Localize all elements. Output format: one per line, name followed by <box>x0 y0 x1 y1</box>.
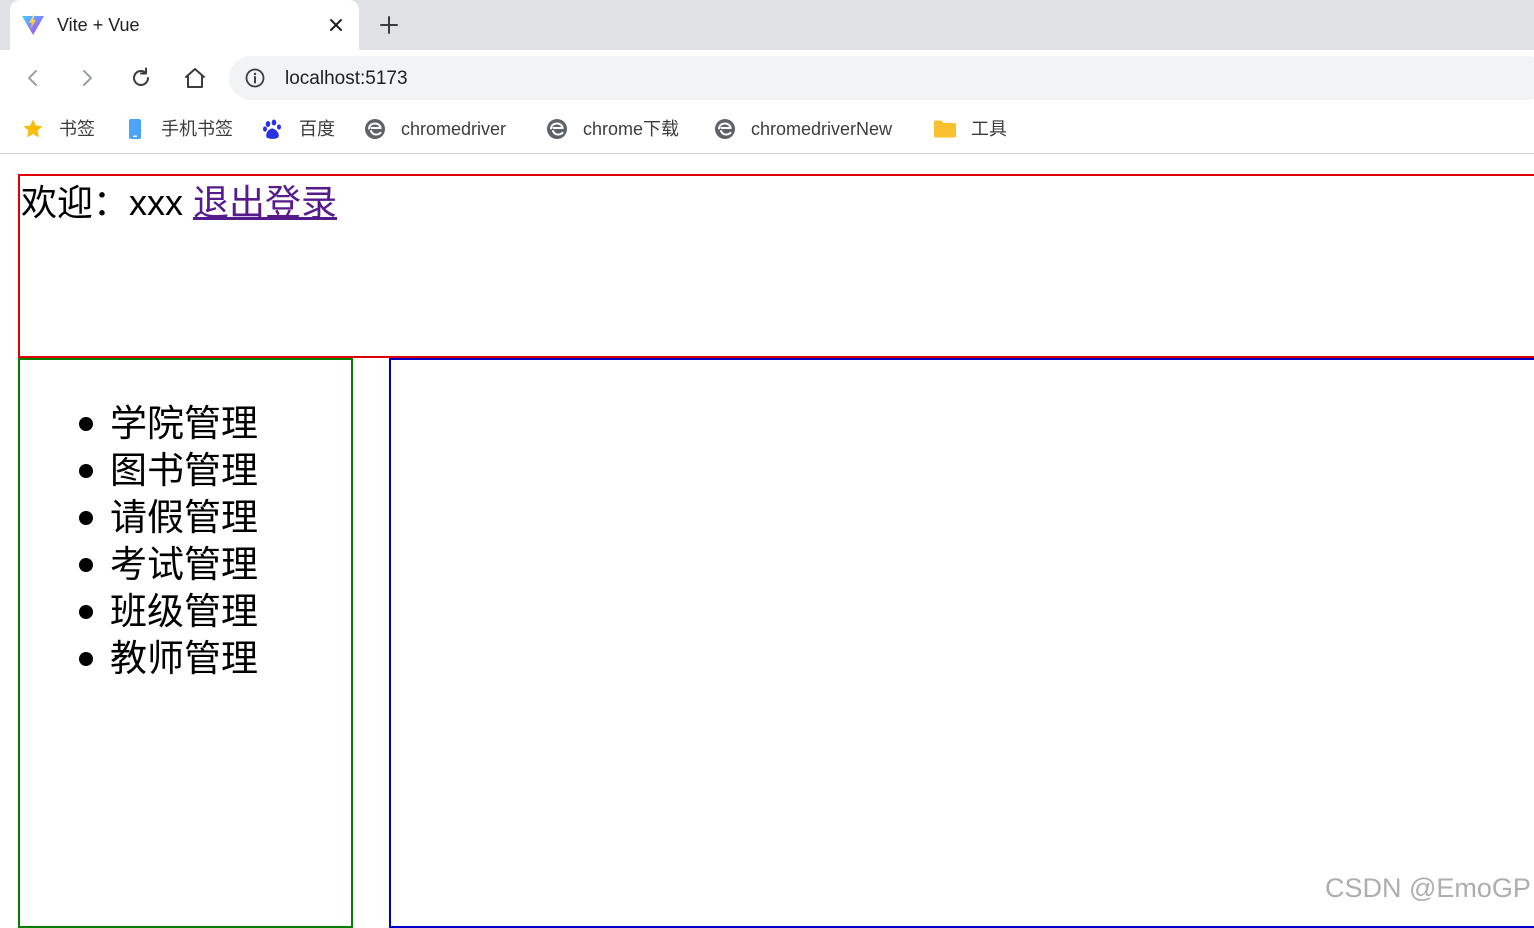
menu-item-exam[interactable]: 考试管理 <box>20 541 258 588</box>
info-icon[interactable] <box>244 67 266 89</box>
bookmark-label: 书签 <box>59 119 95 139</box>
forward-arrow-icon[interactable] <box>73 64 101 92</box>
folder-icon <box>933 117 957 141</box>
welcome-line: 欢迎：xxx 退出登录 <box>21 179 337 227</box>
bookmark-label: 工具 <box>971 119 1007 139</box>
tab-title: Vite + Vue <box>57 15 140 35</box>
menu-item-class[interactable]: 班级管理 <box>20 588 258 635</box>
star-icon <box>21 117 45 141</box>
address-bar[interactable]: localhost:5173 <box>229 56 1534 100</box>
page-header: 欢迎：xxx 退出登录 <box>18 174 1534 358</box>
plus-icon[interactable] <box>376 12 402 38</box>
menu-item-teacher[interactable]: 教师管理 <box>20 635 258 682</box>
home-icon[interactable] <box>181 64 209 92</box>
bookmark-item[interactable]: 百度 <box>261 115 335 143</box>
bullet-icon <box>79 417 93 431</box>
menu-item-label: 图书管理 <box>110 450 258 491</box>
bullet-icon <box>79 652 93 666</box>
bookmark-label: chromedriver <box>401 119 507 139</box>
bookmark-label: chrome下载 <box>583 119 680 139</box>
sidebar: 学院管理 图书管理 请假管理 考试管理 班级管理 教师管理 <box>18 358 353 928</box>
reload-icon[interactable] <box>127 64 155 92</box>
bullet-icon <box>79 558 93 572</box>
edge-icon <box>713 117 737 141</box>
main-content <box>389 358 1534 928</box>
menu-item-label: 请假管理 <box>110 497 258 538</box>
bookmark-item[interactable]: chrome下载 <box>545 115 679 143</box>
phone-icon <box>123 117 147 141</box>
bookmark-label: 百度 <box>299 119 335 139</box>
welcome-text: 欢迎：xxx <box>21 182 184 223</box>
bullet-icon <box>79 605 93 619</box>
browser-toolbar: localhost:5173 <box>0 50 1534 106</box>
menu-item-label: 考试管理 <box>110 544 258 585</box>
watermark: CSDN @EmoGP <box>1325 873 1531 903</box>
bookmark-label: chromedriverNew <box>751 119 893 139</box>
close-icon[interactable] <box>324 13 348 37</box>
menu-item-label: 教师管理 <box>110 638 258 679</box>
menu-item-label: 班级管理 <box>110 591 258 632</box>
bookmark-item[interactable]: chromedriverNew <box>713 115 892 143</box>
menu-item-books[interactable]: 图书管理 <box>20 447 258 494</box>
menu-item-label: 学院管理 <box>110 403 258 444</box>
tab-strip: Vite + Vue <box>0 0 1534 50</box>
bookmark-item[interactable]: 书签 <box>21 115 95 143</box>
menu-item-college[interactable]: 学院管理 <box>20 400 258 447</box>
url-text[interactable]: localhost:5173 <box>285 68 408 90</box>
bookmark-label: 手机书签 <box>161 119 233 139</box>
edge-icon <box>545 117 569 141</box>
logout-link[interactable]: 退出登录 <box>193 182 337 223</box>
edge-icon <box>363 117 387 141</box>
bullet-icon <box>79 464 93 478</box>
back-arrow-icon[interactable] <box>19 64 47 92</box>
bookmark-item[interactable]: 工具 <box>933 115 1007 143</box>
sidebar-menu: 学院管理 图书管理 请假管理 考试管理 班级管理 教师管理 <box>20 400 258 682</box>
menu-item-leave[interactable]: 请假管理 <box>20 494 258 541</box>
active-tab[interactable]: Vite + Vue <box>10 0 359 50</box>
bullet-icon <box>79 511 93 525</box>
bookmarks-bar: 书签 手机书签 百度 chromedriver chrome下载 chromed… <box>0 106 1534 154</box>
vite-logo-icon <box>21 13 45 37</box>
bookmark-item[interactable]: 手机书签 <box>123 115 233 143</box>
baidu-paw-icon <box>261 117 285 141</box>
bookmark-item[interactable]: chromedriver <box>363 115 506 143</box>
